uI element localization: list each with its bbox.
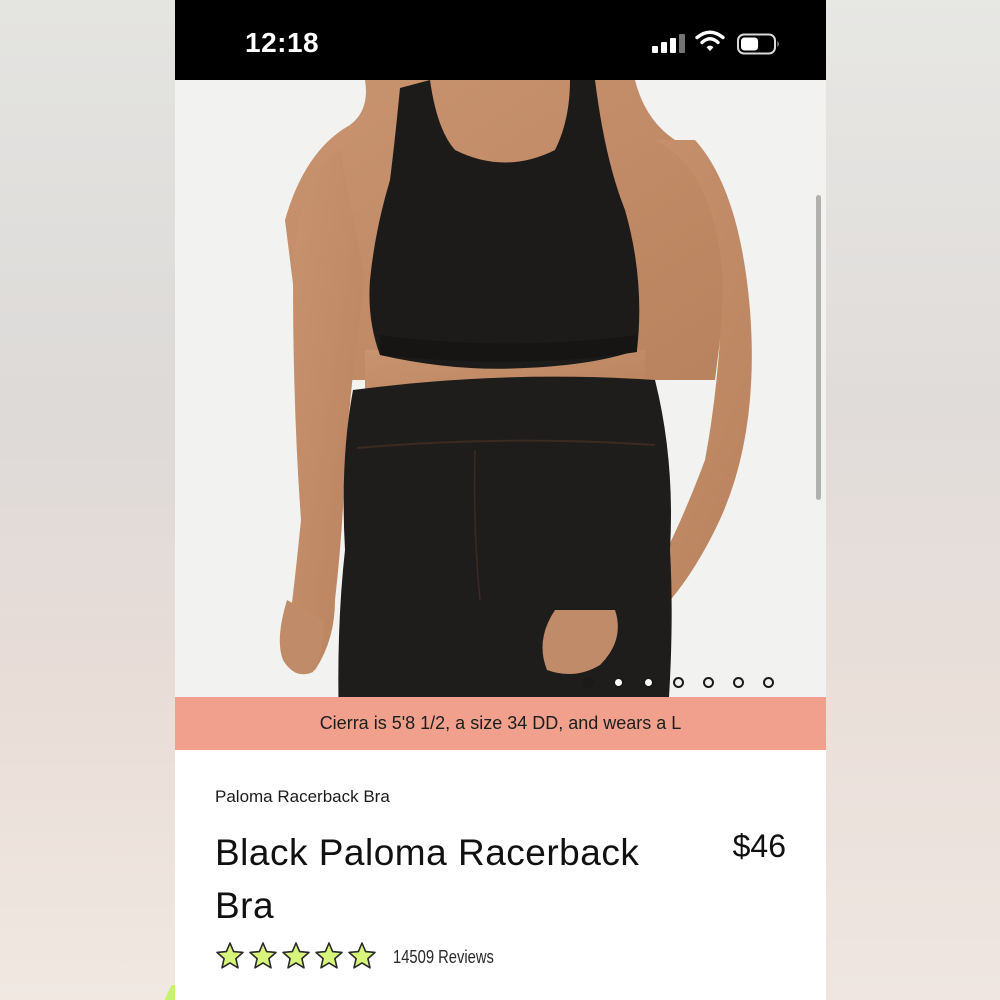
carousel-dot-5[interactable]: [703, 677, 714, 688]
phone-screen: 12:18 Cierra is 5'8 1/2, a size 34 DD, a…: [175, 0, 826, 1000]
star-icon: [315, 942, 343, 969]
fit-caption-text: Cierra is 5'8 1/2, a size 34 DD, and wea…: [319, 713, 682, 733]
carousel-dot-4[interactable]: [673, 677, 684, 688]
fit-caption-banner: Cierra is 5'8 1/2, a size 34 DD, and wea…: [175, 697, 826, 750]
carousel-dot-3[interactable]: [643, 677, 654, 688]
image-scrollbar[interactable]: [816, 195, 821, 500]
star-icon: [348, 942, 376, 969]
status-time: 12:18: [245, 27, 320, 58]
collection-name[interactable]: Paloma Racerback Bra: [215, 787, 390, 807]
carousel-dot-2[interactable]: [613, 677, 624, 688]
product-image[interactable]: [175, 80, 826, 750]
carousel-dot-6[interactable]: [733, 677, 744, 688]
model-photo: [175, 80, 826, 750]
product-title: Black Paloma Racerback Bra: [215, 832, 640, 926]
battery-icon: [737, 33, 779, 55]
star-icon: [282, 942, 310, 969]
carousel-dot-7[interactable]: [763, 677, 774, 688]
cellular-signal-icon: [652, 33, 686, 53]
product-price: $46: [732, 828, 786, 864]
wifi-icon: [695, 30, 725, 51]
star-icon: [249, 942, 277, 969]
reviews-count-link[interactable]: 14509 Reviews: [393, 947, 494, 968]
status-bar: 12:18: [175, 0, 826, 80]
backdrop-right-blur: [826, 0, 1000, 1000]
carousel-dot-1[interactable]: [583, 677, 594, 688]
star-icon: [216, 942, 244, 969]
backdrop-left-blur: [0, 0, 175, 1000]
